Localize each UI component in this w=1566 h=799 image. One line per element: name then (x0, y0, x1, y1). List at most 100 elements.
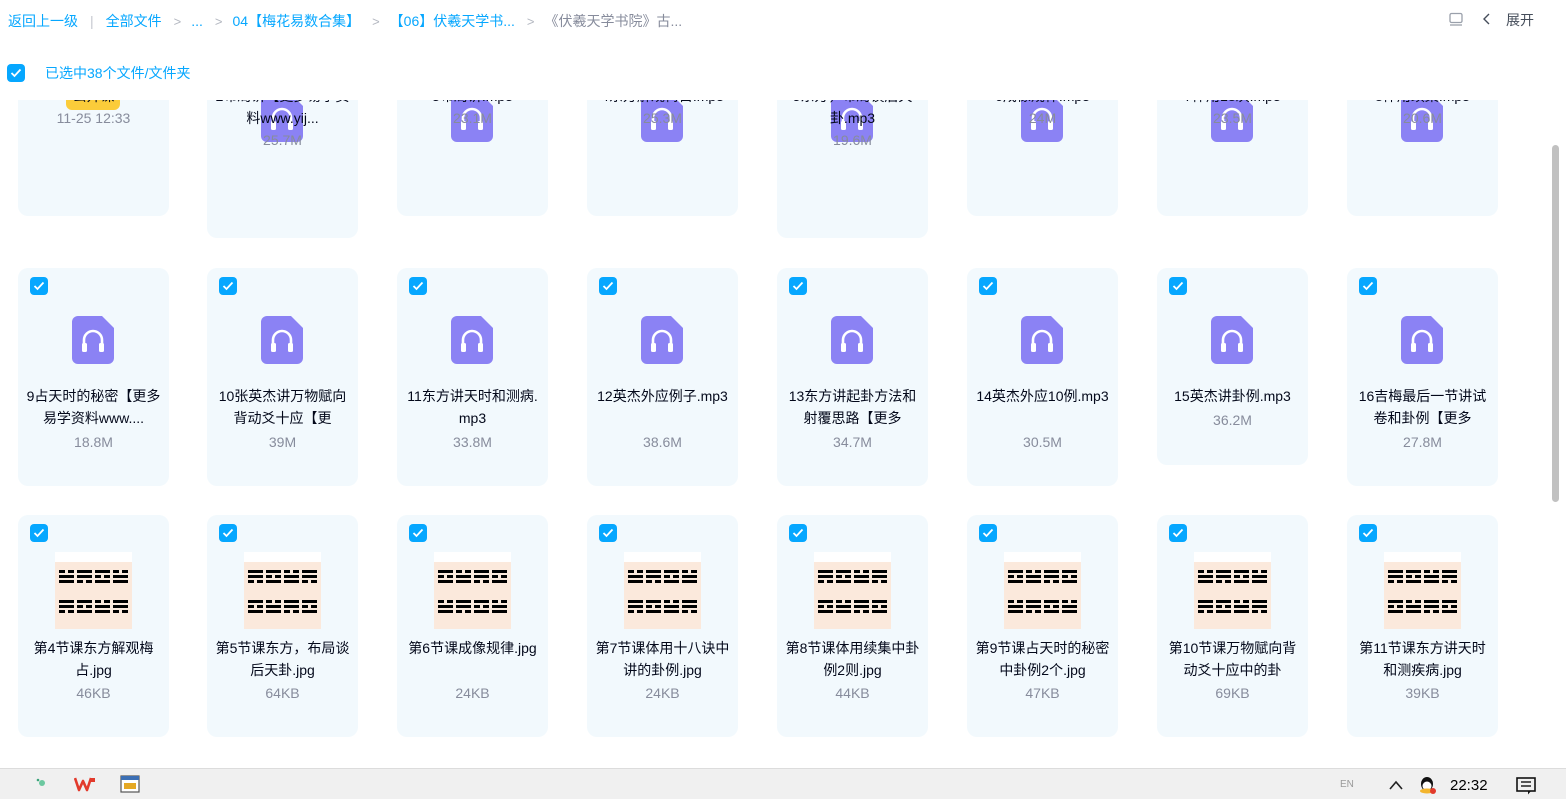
folder-card[interactable]: 公开课 11-25 12:33 (18, 100, 169, 216)
item-checkbox[interactable] (30, 524, 48, 542)
file-card[interactable]: 第11节课东方讲天时和测疾病.jpg 39KB (1347, 515, 1498, 737)
language-indicator[interactable]: EN (1340, 779, 1354, 790)
wps-icon[interactable] (73, 775, 96, 798)
breadcrumb-ellipsis[interactable]: ... (191, 13, 203, 29)
file-card[interactable]: 4东方解观梅占.mp3 25.3M (587, 100, 738, 216)
file-card[interactable]: 第4节课东方解观梅占.jpg 46KB (18, 515, 169, 737)
file-size: 18.8M (74, 434, 113, 450)
file-card[interactable]: 15英杰讲卦例.mp3 36.2M (1157, 268, 1308, 465)
vertical-scrollbar[interactable] (1552, 145, 1559, 502)
item-checkbox[interactable] (599, 277, 617, 295)
item-checkbox[interactable] (1359, 524, 1377, 542)
file-size: 64KB (265, 685, 300, 701)
breadcrumb-level2[interactable]: 【06】伏羲天学书... (390, 11, 515, 31)
file-card[interactable]: 3布局讲.mp3 23.1M (397, 100, 548, 216)
file-card[interactable]: 第8节课体用续集中卦例2则.jpg 44KB (777, 515, 928, 737)
file-name: 第5节课东方，布局谈后天卦.jpg (215, 640, 350, 678)
file-name: 4东方解观梅占.mp3 (595, 100, 730, 107)
file-name: 2布局讲【更多易学资料www.yij... (216, 100, 350, 126)
item-checkbox[interactable] (1169, 277, 1187, 295)
file-name: 16吉梅最后一节讲试卷和卦例【更多 (1358, 388, 1487, 426)
image-thumbnail (1194, 552, 1271, 629)
audio-file-icon (1401, 316, 1443, 364)
file-name: 第9节课占天时的秘密中卦例2个.jpg (975, 640, 1110, 678)
file-name: 9占天时的秘密【更多易学资料www.... (26, 388, 161, 426)
item-checkbox[interactable] (30, 277, 48, 295)
file-size: 20.6M (1403, 110, 1442, 126)
item-checkbox[interactable] (409, 524, 427, 542)
file-size: 44KB (835, 685, 870, 701)
chevron-right-icon: > (173, 13, 182, 29)
expand-label: 展开 (1506, 12, 1534, 28)
selection-bar: 已选中38个文件/文件夹 (7, 63, 190, 83)
chevron-right-icon: > (526, 13, 535, 29)
breadcrumb-level1[interactable]: 04【梅花易数合集】 (233, 11, 361, 31)
item-checkbox[interactable] (789, 277, 807, 295)
file-card[interactable]: 第10节课万物赋向背动爻十应中的卦 69KB (1157, 515, 1308, 737)
audio-file-icon (261, 316, 303, 364)
image-thumbnail (1004, 552, 1081, 629)
item-checkbox[interactable] (219, 277, 237, 295)
file-name: 5东方，布局谈后天卦.mp3 (793, 100, 913, 126)
qq-icon[interactable] (1416, 774, 1438, 799)
notification-icon[interactable] (1516, 777, 1536, 799)
file-name: 第6节课成像规律.jpg (408, 640, 537, 656)
audio-file-icon (72, 316, 114, 364)
item-checkbox[interactable] (1169, 524, 1187, 542)
file-size: 39KB (1405, 685, 1440, 701)
audio-file-icon (641, 316, 683, 364)
file-name: 8体用续集.mp3 (1355, 100, 1490, 107)
file-card[interactable]: 6成像规律.mp3 24M (967, 100, 1118, 216)
file-card[interactable]: 11东方讲天时和测病.mp3 33.8M (397, 268, 548, 486)
item-checkbox[interactable] (979, 277, 997, 295)
file-size: 24M (1028, 110, 1057, 126)
top-right-controls: 展开 (1448, 10, 1534, 30)
file-card[interactable]: 16吉梅最后一节讲试卷和卦例【更多 27.8M (1347, 268, 1498, 486)
app-icon[interactable] (34, 775, 50, 796)
window-icon[interactable] (120, 775, 140, 798)
item-checkbox[interactable] (789, 524, 807, 542)
file-name: 公开课 (26, 100, 161, 107)
file-card[interactable]: 第7节课体用十八诀中讲的卦例.jpg 24KB (587, 515, 738, 737)
file-name: 7体用18决.mp3 (1165, 100, 1300, 107)
file-size: 23.1M (453, 110, 492, 126)
file-size: 30.5M (1023, 434, 1062, 450)
file-card[interactable]: 9占天时的秘密【更多易学资料www.... 18.8M (18, 268, 169, 486)
select-all-checkbox[interactable] (7, 64, 25, 82)
back-link[interactable]: 返回上一级 (8, 11, 78, 31)
breadcrumb-all-files[interactable]: 全部文件 (106, 11, 162, 31)
file-size: 23.5M (1213, 110, 1252, 126)
item-checkbox[interactable] (599, 524, 617, 542)
file-card[interactable]: 第6节课成像规律.jpg 24KB (397, 515, 548, 737)
file-card[interactable]: 第9节课占天时的秘密中卦例2个.jpg 47KB (967, 515, 1118, 737)
file-size: 19.6M (833, 132, 872, 148)
list-view-icon[interactable] (1448, 12, 1464, 28)
file-card[interactable]: 8体用续集.mp3 20.6M (1347, 100, 1498, 216)
file-card[interactable]: 10张英杰讲万物赋向背动爻十应【更 39M (207, 268, 358, 486)
item-checkbox[interactable] (409, 277, 427, 295)
file-size: 36.2M (1213, 412, 1252, 428)
breadcrumb-divider: | (90, 13, 94, 29)
expand-button[interactable]: 展开 (1482, 10, 1534, 30)
item-checkbox[interactable] (979, 524, 997, 542)
file-size: 34.7M (833, 434, 872, 450)
file-card[interactable]: 第5节课东方，布局谈后天卦.jpg 64KB (207, 515, 358, 737)
chevron-up-icon[interactable] (1388, 778, 1404, 796)
file-card[interactable]: 2布局讲【更多易学资料www.yij... 25.7M (207, 100, 358, 238)
file-card[interactable]: 14英杰外应10例.mp3 30.5M (967, 268, 1118, 486)
item-checkbox[interactable] (219, 524, 237, 542)
breadcrumb: 返回上一级 | 全部文件 > ... > 04【梅花易数合集】 > 【06】伏羲… (8, 10, 682, 32)
file-name: 13东方讲起卦方法和射覆思路【更多 (788, 388, 917, 426)
chevron-right-icon: > (214, 13, 223, 29)
audio-file-icon (831, 316, 873, 364)
item-checkbox[interactable] (1359, 277, 1377, 295)
file-name: 第7节课体用十八诀中讲的卦例.jpg (595, 640, 730, 678)
image-thumbnail (55, 552, 132, 629)
selection-count: 已选中38个文件/文件夹 (45, 65, 191, 81)
file-card[interactable]: 5东方，布局谈后天卦.mp3 19.6M (777, 100, 928, 238)
file-card[interactable]: 7体用18决.mp3 23.5M (1157, 100, 1308, 216)
file-name: 6成像规律.mp3 (975, 100, 1110, 107)
file-grid: 公开课 11-25 12:33 2布局讲【更多易学资料www.yij... 25.7M… (0, 100, 1550, 767)
file-card[interactable]: 12英杰外应例子.mp3 38.6M (587, 268, 738, 486)
file-card[interactable]: 13东方讲起卦方法和射覆思路【更多 34.7M (777, 268, 928, 486)
